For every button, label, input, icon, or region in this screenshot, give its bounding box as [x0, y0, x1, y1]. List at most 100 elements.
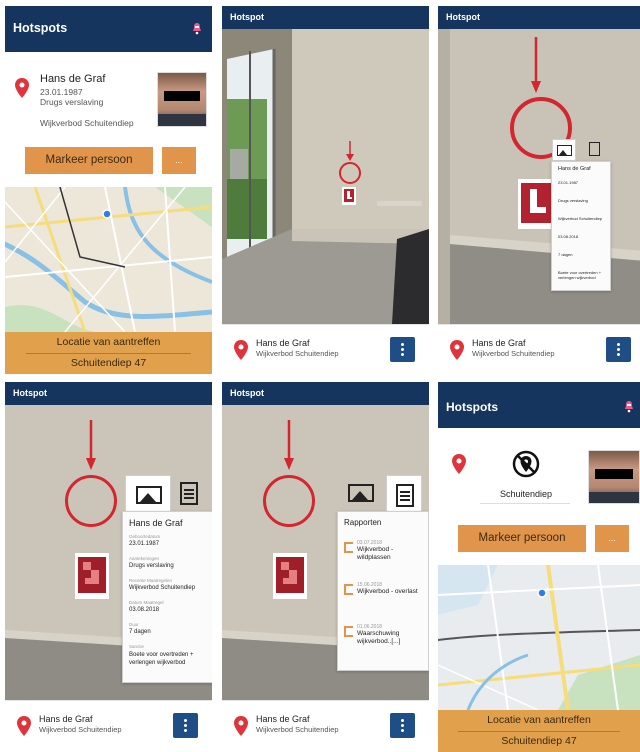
bottom-person-name: Hans de Graf: [472, 338, 526, 348]
card-value: Wijkverbod Schuitendiep: [129, 585, 196, 591]
bottom-bar: Hans de Graf Wijkverbod Schuitendiep: [222, 700, 429, 750]
document-icon[interactable]: [585, 139, 605, 161]
hotspot-card-screen: Hotspot Hans de Graf 23.01.1987 Drugs ve…: [438, 6, 640, 374]
person-measure: Wijkverbod Schuitendiep: [40, 118, 134, 128]
reports-title: Rapporten: [344, 518, 382, 527]
location-name: Schuitendiep: [500, 489, 553, 499]
bottom-bar: Hans de Graf Wijkverbod Schuitendiep: [222, 324, 429, 374]
card-field: Drugs verslaving: [558, 198, 588, 203]
image-icon[interactable]: [552, 139, 576, 161]
bell-icon[interactable]: [624, 400, 634, 413]
report-text: Wijkverbod - overlast: [357, 588, 418, 595]
bottom-person-measure: Wijkverbod Schuitendiep: [39, 725, 122, 734]
marker-sign: [75, 553, 109, 599]
camera-view: Rapporten 03.07.2018 Wijkverbod - wildpl…: [222, 405, 429, 700]
card-value: Drugs verslaving: [129, 563, 174, 569]
camera-view: [222, 29, 429, 324]
mark-person-button[interactable]: Markeer persoon: [458, 525, 586, 552]
card-field: Boete voor overtreden + verlengen wijkve…: [558, 270, 602, 280]
location-label: Locatie van aantreffen: [487, 714, 591, 726]
bottom-bar: Hans de Graf Wijkverbod Schuitendiep: [438, 324, 640, 374]
divider: [480, 503, 570, 504]
card-label: Duur: [129, 622, 139, 627]
card-label: Datum Maatregel: [129, 600, 164, 605]
person-info-card: Hans de Graf Geboortedatum 23.01.1987 Aa…: [122, 511, 212, 683]
map-pin-icon: [234, 340, 248, 360]
hotspots-screen-2: Hotspots Schuitendiep Markeer persoon ..…: [438, 382, 640, 752]
location-value: Schuitendiep 47: [70, 357, 147, 369]
hotspot-camera-screen: Hotspot Hans de Graf Wijkverbod Schuiten…: [222, 6, 429, 374]
card-value: 03.08.2018: [129, 607, 160, 613]
mark-person-button[interactable]: Markeer persoon: [25, 147, 153, 174]
person-name: Hans de Graf: [40, 73, 106, 85]
card-value: Boete voor overtreden + verlengen wijkve…: [129, 652, 194, 666]
person-dob: 23.01.1987: [40, 87, 83, 97]
map-pin-icon: [452, 454, 466, 474]
person-info-card: Hans de Graf 23.01.1987 Drugs verslaving…: [551, 161, 611, 291]
person-photo: [157, 72, 207, 127]
arrow-down-icon: [346, 141, 354, 161]
card-label: Recente Maatregelen: [129, 578, 173, 583]
card-value: 7 dagen: [129, 629, 151, 635]
map-view[interactable]: [438, 565, 640, 710]
card-label: Aantekeningen: [129, 556, 160, 561]
marker-sign: [273, 553, 307, 599]
bottom-person-measure: Wijkverbod Schuitendiep: [256, 349, 339, 358]
card-value: 23.01.1987: [129, 541, 160, 547]
bottom-person-name: Hans de Graf: [39, 714, 93, 724]
no-location-icon: [512, 450, 540, 478]
card-field: Wijkverbod Schuitendiep: [558, 216, 603, 221]
arrow-down-icon: [531, 37, 541, 93]
location-bar: Locatie van aantreffen Schuitendiep 47: [438, 710, 640, 752]
card-label: Geboortedatum: [129, 534, 161, 539]
report-text: Waarschuwing wijkverbod..[...]: [357, 630, 401, 645]
more-button[interactable]: ...: [162, 147, 196, 174]
target-circle[interactable]: [65, 475, 117, 527]
arrow-down-icon: [86, 420, 96, 470]
app-header: Hotspot: [222, 6, 429, 29]
app-header: Hotspots: [438, 382, 640, 428]
target-circle[interactable]: [263, 475, 315, 527]
report-text: Wijkverbod - wildplassen: [357, 546, 394, 561]
card-field: 7 dagen: [558, 252, 573, 257]
report-icon: [344, 626, 353, 637]
camera-view: Hans de Graf 23.01.1987 Drugs verslaving…: [438, 29, 640, 324]
hotspots-screen-1: Hotspots Hans de Graf 23.01.1987 Drugs v…: [5, 6, 212, 374]
map-view[interactable]: [5, 187, 212, 332]
kebab-menu-icon[interactable]: [606, 337, 631, 362]
arrow-down-icon: [284, 420, 294, 470]
kebab-menu-icon[interactable]: [390, 713, 415, 738]
hotspot-card-detail-screen: Hotspot Hans de Graf Geboortedatum 23.01…: [5, 382, 212, 750]
header-title: Hotspot: [230, 388, 264, 398]
app-header: Hotspot: [5, 382, 212, 405]
document-icon[interactable]: [386, 475, 422, 513]
map-pin-icon: [17, 716, 31, 736]
location-label: Locatie van aantreffen: [56, 336, 161, 348]
card-field: 03.08.2018: [558, 234, 579, 239]
bell-icon[interactable]: [192, 22, 202, 35]
document-icon[interactable]: [175, 479, 203, 509]
header-title: Hotspots: [13, 21, 68, 35]
kebab-menu-icon[interactable]: [173, 713, 198, 738]
image-icon[interactable]: [125, 475, 171, 513]
kebab-menu-icon[interactable]: [390, 337, 415, 362]
map-pin-icon: [15, 78, 29, 98]
card-field: 23.01.1987: [558, 180, 579, 185]
card-name: Hans de Graf: [129, 518, 183, 528]
header-title: Hotspot: [446, 12, 480, 22]
app-header: Hotspot: [438, 6, 640, 29]
hotspot-reports-screen: Hotspot Rapporten 03.07.2018 Wijkverbod …: [222, 382, 429, 750]
more-button[interactable]: ...: [595, 525, 629, 552]
app-header: Hotspot: [222, 382, 429, 405]
app-header: Hotspots: [5, 6, 212, 52]
header-title: Hotspot: [13, 388, 47, 398]
location-value: Schuitendiep 47: [501, 735, 577, 747]
header-title: Hotspots: [446, 400, 498, 414]
image-icon[interactable]: [344, 479, 380, 509]
target-circle[interactable]: [339, 162, 361, 184]
bottom-person-measure: Wijkverbod Schuitendiep: [256, 725, 339, 734]
bottom-person-name: Hans de Graf: [256, 338, 310, 348]
map-pin-icon: [234, 716, 248, 736]
card-name: Hans de Graf: [558, 166, 591, 172]
bottom-bar: Hans de Graf Wijkverbod Schuitendiep: [5, 700, 212, 750]
